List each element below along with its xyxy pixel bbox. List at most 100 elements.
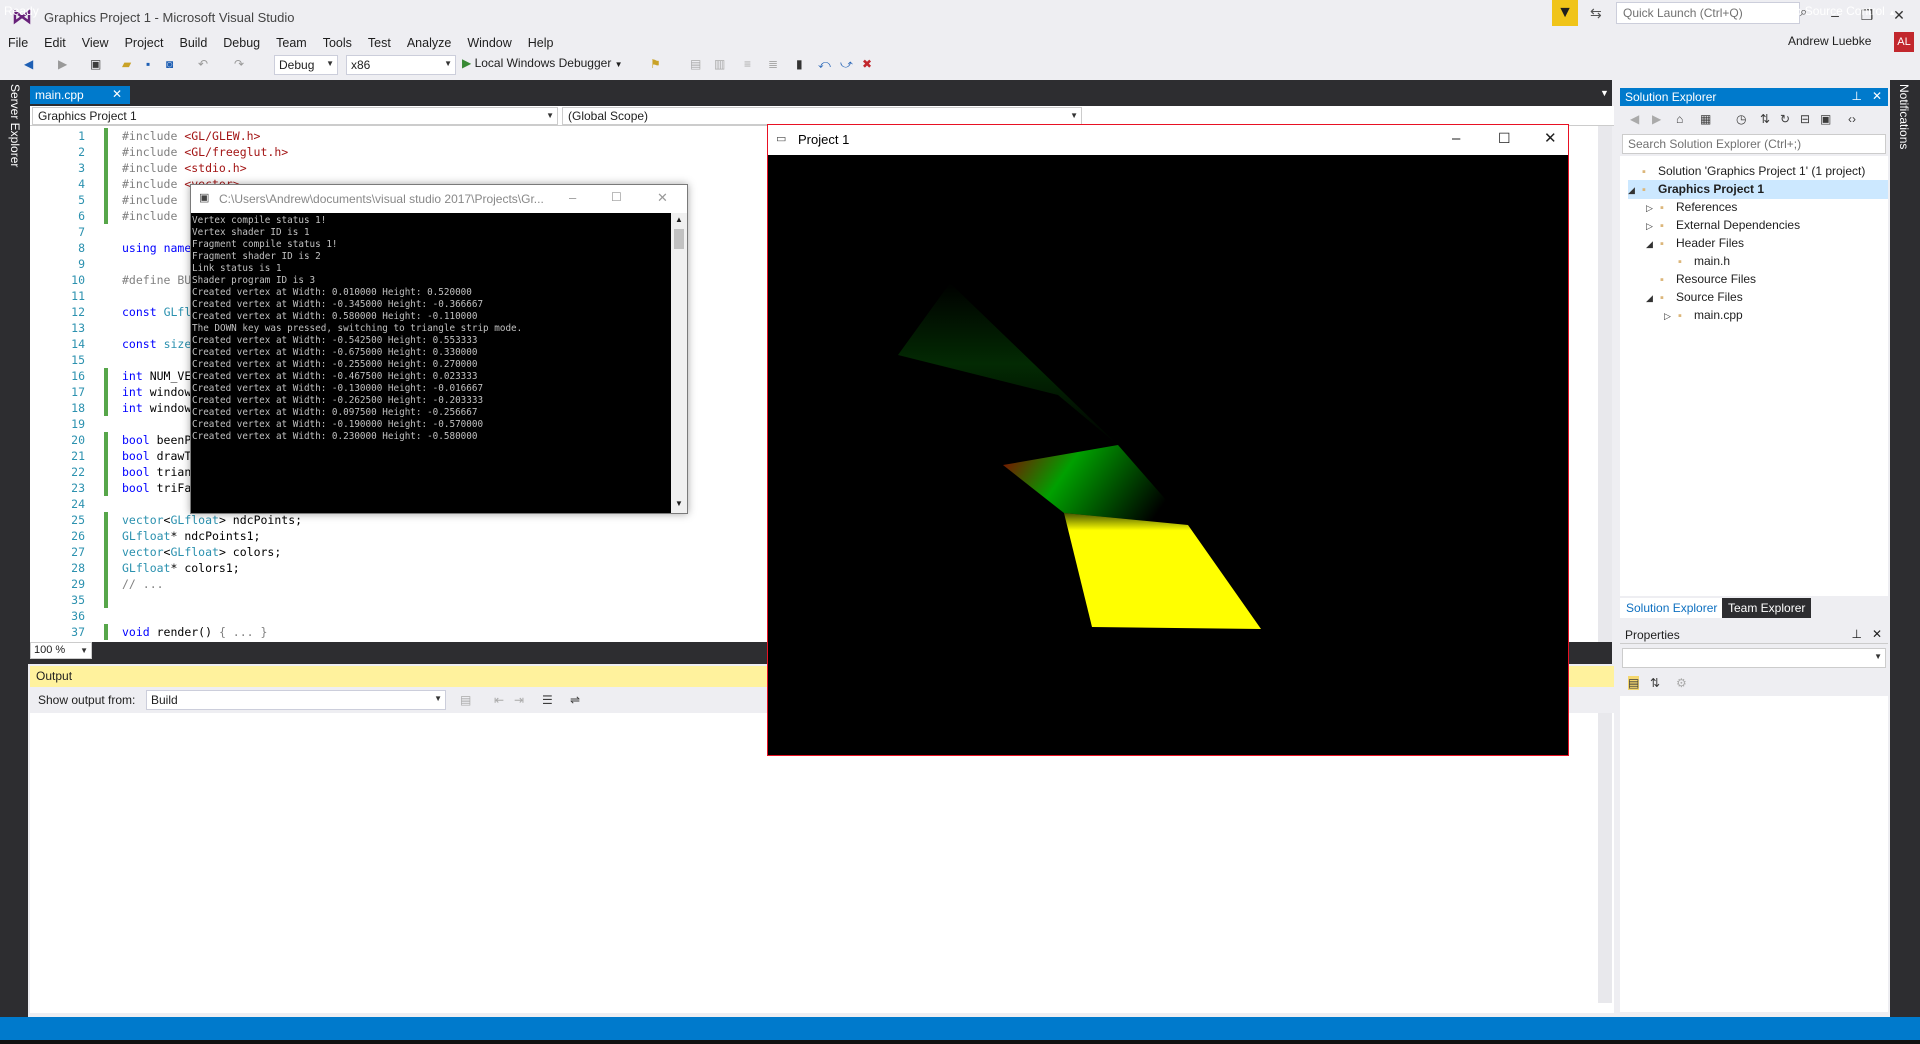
close-button[interactable]: ✕ (1544, 129, 1557, 147)
find-icon[interactable]: ⚑ (650, 57, 661, 71)
menu-project[interactable]: Project (117, 33, 172, 53)
server-explorer-tab[interactable]: Server Explorer (8, 84, 22, 167)
project-nav-select[interactable]: Graphics Project 1 ▼ (32, 107, 558, 125)
menu-test[interactable]: Test (360, 33, 399, 53)
solution-search-input[interactable]: Search Solution Explorer (Ctrl+;) (1622, 134, 1886, 154)
pin-icon[interactable]: ⊥ (1852, 89, 1862, 103)
minimize-button[interactable]: – (1452, 130, 1460, 147)
menu-debug[interactable]: Debug (215, 33, 268, 53)
open-folder-icon[interactable]: ▰ (122, 57, 131, 71)
save-all-icon[interactable]: ◙ (166, 57, 173, 71)
platform-select[interactable]: x86 ▼ (346, 55, 456, 75)
feedback-icon[interactable]: ⇆ (1590, 5, 1602, 22)
maximize-button[interactable]: ☐ (1498, 130, 1511, 147)
gl-title-bar[interactable]: ▭ Project 1 – ☐ ✕ (768, 125, 1568, 155)
indent-icon[interactable]: ≡ (744, 57, 751, 71)
collapse-all-icon[interactable]: ⊟ (1800, 112, 1810, 126)
bookmark-icon[interactable]: ▮ (796, 57, 803, 71)
expand-arrow-icon[interactable]: ◢ (1646, 235, 1660, 253)
undo-icon[interactable]: ↶ (198, 57, 208, 71)
show-all-files-icon[interactable]: ▣ (1820, 112, 1831, 126)
close-icon[interactable]: ✕ (1872, 627, 1882, 641)
view-code-icon[interactable]: ‹› (1848, 112, 1856, 126)
output-text-area[interactable] (30, 713, 1614, 1013)
solution-tree-item[interactable]: ▪ main.h (1664, 252, 1730, 271)
categorized-icon[interactable]: ▤ (1628, 676, 1640, 690)
back-icon[interactable]: ◀ (1630, 112, 1639, 126)
scope-nav-select[interactable]: (Global Scope) ▼ (562, 107, 1082, 125)
close-icon[interactable]: ✕ (1872, 89, 1882, 103)
zoom-select[interactable]: 100 % ▼ (30, 642, 92, 659)
menu-file[interactable]: File (0, 33, 36, 53)
menu-tools[interactable]: Tools (315, 33, 360, 53)
filter-icon[interactable]: ▼ (1552, 0, 1578, 26)
pending-changes-icon[interactable]: ◷ (1736, 112, 1746, 126)
configuration-select[interactable]: Debug ▼ (274, 55, 338, 75)
close-button[interactable]: ✕ (657, 190, 668, 206)
editor-scrollbar[interactable] (1598, 126, 1612, 642)
redo-icon[interactable]: ↷ (234, 57, 244, 71)
properties-grid[interactable] (1620, 696, 1888, 1012)
clear-bookmarks-icon[interactable]: ✖ (862, 57, 872, 71)
solution-tree-item[interactable]: ◢ ▪ Header Files (1646, 234, 1744, 253)
notifications-tab[interactable]: Notifications (1897, 84, 1911, 149)
solution-tree-item[interactable]: ▷ ▪ main.cpp (1664, 306, 1743, 325)
solution-tree-item[interactable]: ◢ ▪ Source Files (1646, 288, 1743, 307)
save-icon[interactable]: ▪ (146, 57, 150, 71)
scroll-thumb[interactable] (674, 229, 684, 249)
menu-window[interactable]: Window (459, 33, 519, 53)
solution-tree-item[interactable]: ▷ ▪ External Dependencies (1646, 216, 1800, 235)
menu-help[interactable]: Help (520, 33, 562, 53)
expand-arrow-icon[interactable]: ▷ (1646, 199, 1660, 217)
alphabetical-icon[interactable]: ⇅ (1650, 676, 1660, 690)
chevron-down-icon[interactable]: ▼ (675, 499, 683, 508)
tab-solution-explorer[interactable]: Solution Explorer (1620, 598, 1724, 618)
word-wrap-icon[interactable]: ⇌ (570, 693, 580, 707)
user-name[interactable]: Andrew Luebke (1788, 34, 1871, 48)
switch-views-icon[interactable]: ▦ (1700, 112, 1711, 126)
sync-icon[interactable]: ⇅ (1760, 112, 1770, 126)
console-output[interactable]: Vertex compile status 1! Vertex shader ID… (191, 213, 671, 513)
minimize-button[interactable]: – (569, 190, 576, 205)
next-message-icon[interactable]: ⇥ (514, 693, 524, 707)
solution-tree-item[interactable]: ▪ Solution 'Graphics Project 1' (1 projec… (1628, 162, 1865, 181)
console-title-bar[interactable]: ▣ C:\Users\Andrew\documents\visual studi… (191, 185, 687, 213)
chevron-up-icon[interactable]: ▲ (675, 215, 683, 224)
menu-view[interactable]: View (74, 33, 117, 53)
uncomment-icon[interactable]: ▥ (714, 57, 725, 71)
avatar[interactable]: AL (1894, 32, 1914, 52)
prev-message-icon[interactable]: ⇤ (494, 693, 504, 707)
forward-icon[interactable]: ▶ (58, 57, 67, 71)
forward-icon[interactable]: ▶ (1652, 112, 1661, 126)
expand-arrow-icon[interactable]: ▷ (1646, 217, 1660, 235)
expand-arrow-icon[interactable]: ◢ (1646, 289, 1660, 307)
close-icon[interactable]: ✕ (112, 87, 122, 101)
chevron-down-icon[interactable]: ▼ (1600, 88, 1609, 98)
solution-tree-item[interactable]: ▪ Resource Files (1646, 270, 1756, 289)
pin-icon[interactable]: ⊥ (1852, 627, 1862, 641)
next-bookmark-icon[interactable]: ⤻ (840, 57, 853, 72)
gl-render-canvas[interactable] (768, 155, 1568, 755)
opengl-window[interactable]: ▭ Project 1 – ☐ ✕ (767, 124, 1569, 756)
menu-edit[interactable]: Edit (36, 33, 74, 53)
comment-icon[interactable]: ▤ (690, 57, 701, 71)
start-debugger-button[interactable]: ▶ Local Windows Debugger ▼ (462, 56, 623, 70)
menu-team[interactable]: Team (268, 33, 315, 53)
expand-arrow-icon[interactable]: ▷ (1664, 307, 1678, 325)
expand-arrow-icon[interactable]: ◢ (1628, 181, 1642, 199)
outdent-icon[interactable]: ≣ (768, 57, 778, 71)
solution-tree-item[interactable]: ▷ ▪ References (1646, 198, 1737, 217)
back-icon[interactable]: ◀ (24, 57, 33, 71)
menu-build[interactable]: Build (171, 33, 215, 53)
output-scrollbar[interactable] (1598, 713, 1612, 1003)
console-scrollbar[interactable]: ▲ ▼ (671, 213, 687, 513)
clear-all-icon[interactable]: ☰ (542, 693, 553, 707)
solution-tree-item[interactable]: ◢ ▪ Graphics Project 1 (1628, 180, 1888, 199)
menu-analyze[interactable]: Analyze (399, 33, 459, 53)
home-icon[interactable]: ⌂ (1676, 112, 1683, 126)
add-to-source-control-button[interactable]: ⇧ Add to Source Control ▲ (1754, 4, 1896, 18)
go-to-line-icon[interactable]: ▤ (460, 693, 471, 707)
property-pages-icon[interactable]: ⚙ (1676, 676, 1687, 690)
tab-team-explorer[interactable]: Team Explorer (1722, 598, 1812, 618)
console-window[interactable]: ▣ C:\Users\Andrew\documents\visual studi… (190, 184, 688, 514)
